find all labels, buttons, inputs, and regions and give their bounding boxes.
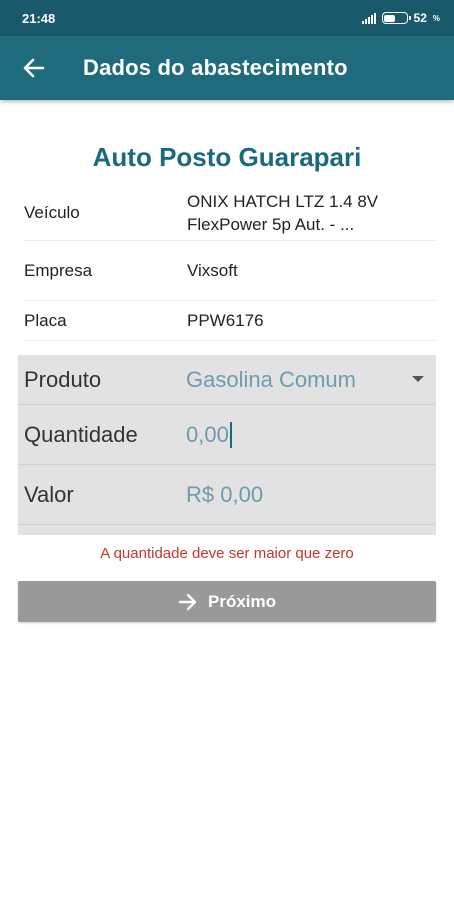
- fuel-form: Produto Gasolina Comum Quantidade 0,00 V…: [18, 355, 436, 535]
- company-value: Vixsoft: [187, 261, 238, 280]
- plate-row: Placa PPW6176: [24, 301, 436, 341]
- quantity-field[interactable]: Quantidade 0,00: [18, 405, 436, 465]
- value-field[interactable]: Valor R$ 0,00: [18, 465, 436, 525]
- company-row: Empresa Vixsoft: [24, 241, 436, 301]
- quantity-value: 0,00: [186, 421, 229, 447]
- battery-percent: 52: [413, 11, 427, 25]
- vehicle-value: ONIX HATCH LTZ 1.4 8V FlexPower 5p Aut. …: [187, 192, 379, 234]
- vehicle-label: Veículo: [24, 203, 80, 222]
- battery-icon: [381, 12, 411, 24]
- quantity-label: Quantidade: [24, 421, 138, 447]
- status-time: 21:48: [22, 10, 56, 26]
- next-button[interactable]: Próximo: [18, 581, 436, 622]
- status-bar: 21:48 52%: [0, 0, 454, 36]
- dropdown-arrow-icon: [412, 376, 424, 382]
- station-name: Auto Posto Guarapari: [92, 142, 362, 172]
- quantity-input[interactable]: 0,00: [186, 421, 436, 448]
- text-cursor: [229, 421, 232, 448]
- battery-level: [384, 14, 395, 22]
- page-title: Dados do abastecimento: [83, 55, 348, 80]
- back-button[interactable]: [0, 36, 68, 100]
- arrow-right-icon: [178, 593, 198, 611]
- plate-value: PPW6176: [187, 311, 264, 330]
- vehicle-row: Veículo ONIX HATCH LTZ 1.4 8V FlexPower …: [24, 186, 436, 241]
- company-label: Empresa: [24, 260, 93, 280]
- next-button-label: Próximo: [207, 591, 277, 611]
- value-label: Valor: [24, 481, 74, 507]
- value-input[interactable]: R$ 0,00: [186, 482, 436, 508]
- validation-error: A quantidade deve ser maior que zero: [100, 545, 354, 562]
- app-bar: Dados do abastecimento: [0, 36, 454, 100]
- signal-icon: [361, 12, 376, 24]
- product-select[interactable]: Produto Gasolina Comum: [18, 355, 436, 405]
- product-label: Produto: [24, 366, 102, 392]
- arrow-left-icon: [23, 58, 45, 78]
- battery-unit: %: [432, 13, 440, 23]
- plate-label: Placa: [24, 310, 67, 330]
- product-value: Gasolina Comum: [186, 366, 356, 392]
- status-indicators: 52%: [361, 11, 440, 25]
